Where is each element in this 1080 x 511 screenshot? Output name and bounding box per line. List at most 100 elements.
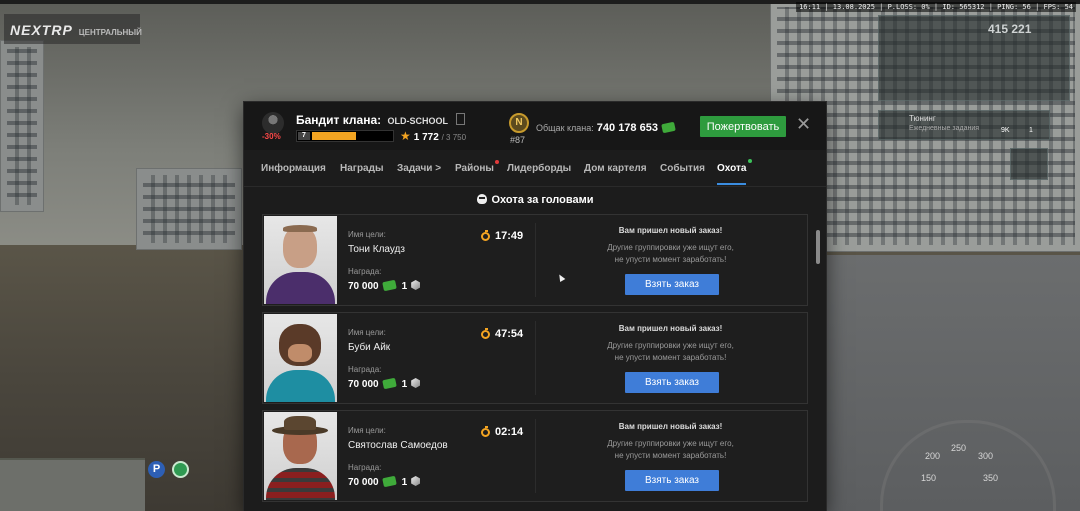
take-order-button[interactable]: Взять заказ bbox=[625, 274, 719, 295]
tab-rewards[interactable]: Награды bbox=[340, 163, 384, 174]
tuning-value-a: 9K bbox=[1001, 127, 1010, 134]
leave-clan-icon[interactable] bbox=[456, 113, 466, 125]
stars-value: 1 772 bbox=[413, 132, 439, 143]
portrait-body bbox=[266, 272, 335, 304]
description-line: не упусти момент заработать! bbox=[614, 451, 727, 460]
speedo-tick: 200 bbox=[925, 451, 941, 461]
divider bbox=[535, 321, 536, 395]
reward-count: 1 bbox=[401, 477, 408, 488]
server-logo: NEXTRP ЦЕНТРАЛЬНЫЙ bbox=[4, 14, 142, 44]
donate-button[interactable]: Пожертвовать bbox=[700, 116, 786, 137]
tab-bar: Информация Награды Задачи > Районы Лидер… bbox=[244, 150, 826, 187]
clan-stars: ★ 1 772 / 3 750 bbox=[400, 129, 466, 143]
clan-dialog: -30% Бандит клана: OLD-SCHOOL 7 ★ 1 772 /… bbox=[244, 102, 826, 511]
tab-cartel-house[interactable]: Дом картеля bbox=[584, 163, 647, 174]
divider bbox=[535, 419, 536, 493]
hud-small-panel bbox=[1010, 148, 1048, 180]
reward: 70 000 1 bbox=[348, 279, 421, 292]
logo-text: NEXTRP bbox=[10, 22, 73, 38]
order-notice: Вам пришел новый заказ! bbox=[618, 422, 723, 431]
reward-money: 70 000 bbox=[348, 477, 379, 488]
target-name-label: Имя цели: bbox=[348, 426, 386, 435]
tab-leaderboards[interactable]: Лидерборды bbox=[507, 163, 571, 174]
timer-value: 47:54 bbox=[495, 328, 524, 340]
money-icon bbox=[381, 475, 397, 488]
star-icon: ★ bbox=[400, 129, 411, 143]
target-name-label: Имя цели: bbox=[348, 328, 386, 337]
speedo-tick: 150 bbox=[921, 473, 937, 483]
reward: 70 000 1 bbox=[348, 475, 421, 488]
tuning-subtitle: Ежедневные задания bbox=[909, 125, 980, 132]
cube-icon bbox=[411, 280, 421, 290]
tab-info[interactable]: Информация bbox=[261, 163, 326, 174]
notification-dot bbox=[748, 159, 752, 163]
target-name: Буби Айк bbox=[348, 342, 391, 353]
take-order-button[interactable]: Взять заказ bbox=[625, 470, 719, 491]
reward-label: Награда: bbox=[348, 463, 382, 472]
hud-score: 415 221 bbox=[988, 22, 1032, 36]
logo-subtitle: ЦЕНТРАЛЬНЫЙ bbox=[78, 28, 142, 37]
xp-bar-fill bbox=[312, 132, 356, 140]
level-badge: 7 bbox=[298, 132, 310, 140]
dialog-header: -30% Бандит клана: OLD-SCHOOL 7 ★ 1 772 /… bbox=[244, 102, 826, 150]
section-title: Охота за головами bbox=[244, 194, 826, 206]
reward-label: Награда: bbox=[348, 365, 382, 374]
description-line: Другие группировки уже ищут его, bbox=[607, 341, 734, 350]
portrait-body bbox=[266, 370, 335, 402]
close-icon[interactable]: ✕ bbox=[796, 115, 811, 133]
xp-bar: 7 bbox=[296, 130, 394, 142]
stopwatch-icon bbox=[481, 426, 490, 437]
treasury-value: 740 178 653 bbox=[596, 122, 658, 134]
rank-number: #87 bbox=[510, 135, 526, 145]
target-name-label: Имя цели: bbox=[348, 230, 386, 239]
parking-marker-icon: P bbox=[148, 461, 165, 478]
speedo-tick: 300 bbox=[978, 451, 994, 461]
tuning-title: Тюнинг bbox=[909, 114, 936, 123]
bounty-card: Имя цели: Святослав Самоедов Награда: 70… bbox=[262, 410, 808, 502]
avatar-discount-badge: -30% bbox=[262, 132, 281, 141]
target-name: Святослав Самоедов bbox=[348, 440, 448, 451]
description-line: Другие группировки уже ищут его, bbox=[607, 243, 734, 252]
portrait-head bbox=[283, 226, 317, 268]
bounty-card: Имя цели: Тони Клаудз Награда: 70 000 1 1… bbox=[262, 214, 808, 306]
target-portrait bbox=[264, 314, 337, 402]
divider bbox=[535, 223, 536, 297]
money-icon bbox=[661, 121, 676, 134]
reward-money: 70 000 bbox=[348, 379, 379, 390]
scrollbar[interactable] bbox=[816, 230, 820, 264]
location-marker-icon bbox=[172, 461, 189, 478]
hud-stats-panel bbox=[878, 15, 1070, 101]
building-mid bbox=[136, 168, 242, 250]
hud-tuning-panel[interactable]: Тюнинг Ежедневные задания 9K 1 bbox=[878, 110, 1050, 140]
section-title-text: Охота за головами bbox=[491, 194, 594, 206]
description-line: не упусти момент заработать! bbox=[614, 255, 727, 264]
dialog-title: Бандит клана: OLD-SCHOOL bbox=[296, 113, 466, 127]
tuning-value-b: 1 bbox=[1029, 127, 1033, 134]
rank-badge-icon: N bbox=[509, 113, 529, 133]
title-prefix: Бандит клана: bbox=[296, 113, 382, 127]
money-icon bbox=[381, 377, 397, 390]
tab-districts[interactable]: Районы bbox=[455, 163, 494, 174]
clan-avatar bbox=[262, 112, 284, 134]
minimap bbox=[0, 458, 145, 511]
tab-events[interactable]: События bbox=[660, 163, 705, 174]
building-left bbox=[0, 40, 44, 212]
description-line: Другие группировки уже ищут его, bbox=[607, 439, 734, 448]
clan-name: OLD-SCHOOL bbox=[387, 116, 448, 126]
timer: 47:54 bbox=[481, 328, 523, 340]
portrait-muzzle bbox=[288, 344, 312, 362]
speedo-tick: 350 bbox=[983, 473, 999, 483]
order-description: Другие группировки уже ищут его, не упус… bbox=[563, 242, 778, 266]
skull-icon bbox=[476, 194, 487, 204]
stopwatch-icon bbox=[481, 230, 490, 241]
tab-hunt[interactable]: Охота bbox=[717, 163, 747, 185]
clan-treasury: Общак клана: 740 178 653 bbox=[536, 121, 676, 134]
reward-label: Награда: bbox=[348, 267, 382, 276]
tab-tasks[interactable]: Задачи > bbox=[397, 163, 441, 174]
take-order-button[interactable]: Взять заказ bbox=[625, 372, 719, 393]
order-notice: Вам пришел новый заказ! bbox=[618, 324, 723, 333]
target-name: Тони Клаудз bbox=[348, 244, 405, 255]
reward-count: 1 bbox=[401, 379, 408, 390]
order-description: Другие группировки уже ищут его, не упус… bbox=[563, 340, 778, 364]
target-portrait bbox=[264, 412, 337, 500]
